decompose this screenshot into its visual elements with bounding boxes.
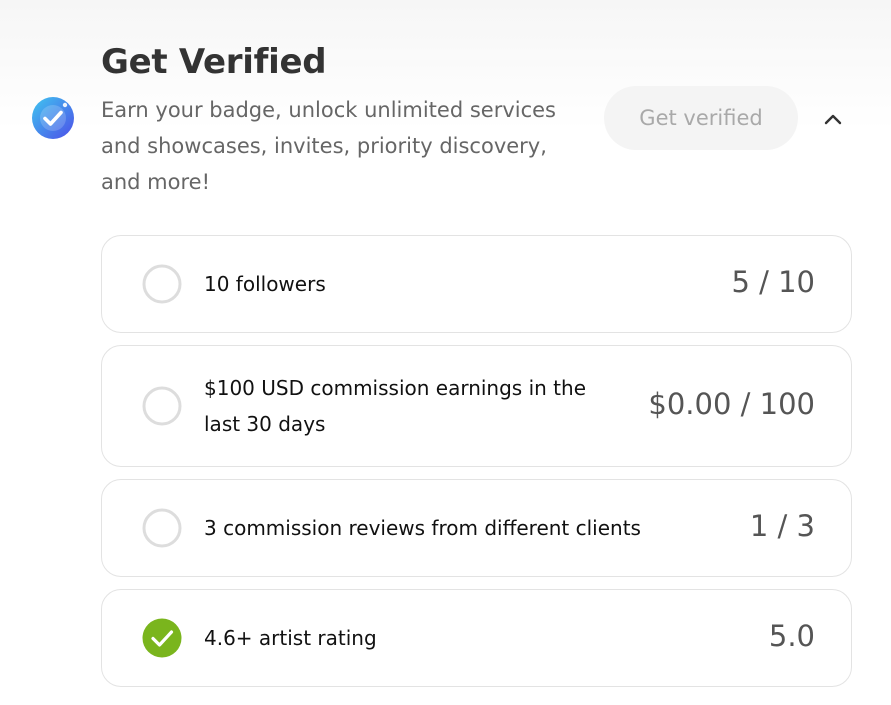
requirement-label: 3 commission reviews from different clie… xyxy=(204,516,641,540)
page-title: Get Verified xyxy=(101,42,327,82)
requirement-card-rating: 4.6+ artist rating 5.0 xyxy=(101,589,852,687)
requirement-label: 10 followers xyxy=(204,272,326,296)
requirement-progress: 5 / 10 xyxy=(731,265,815,299)
verified-badge-icon xyxy=(32,97,74,139)
requirement-progress: 1 / 3 xyxy=(749,509,815,543)
get-verified-button[interactable]: Get verified xyxy=(604,86,798,150)
check-circle-icon xyxy=(142,618,182,658)
requirement-progress: $0.00 / 100 xyxy=(648,387,815,421)
requirement-card-followers: 10 followers 5 / 10 xyxy=(101,235,852,333)
unchecked-circle-icon xyxy=(142,386,182,426)
unchecked-circle-icon xyxy=(142,264,182,304)
requirement-card-earnings: $100 USD commission earnings in the last… xyxy=(101,345,852,467)
requirement-label: 4.6+ artist rating xyxy=(204,626,377,650)
requirement-label: $100 USD commission earnings in the last… xyxy=(204,376,586,436)
chevron-up-icon[interactable] xyxy=(818,104,848,134)
requirement-progress: 5.0 xyxy=(768,619,815,653)
unchecked-circle-icon xyxy=(142,508,182,548)
requirement-card-reviews: 3 commission reviews from different clie… xyxy=(101,479,852,577)
verification-description: Earn your badge, unlock unlimited servic… xyxy=(101,98,556,194)
